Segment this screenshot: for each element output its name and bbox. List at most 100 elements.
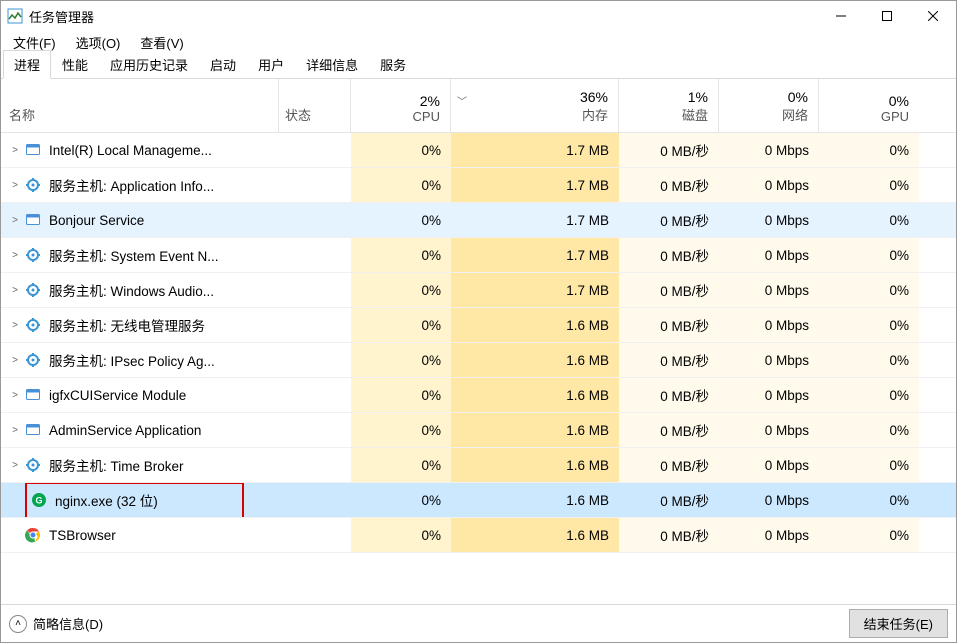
process-icon [25, 422, 41, 438]
expand-icon[interactable]: > [5, 250, 25, 261]
cell-mem: 1.6 MB [451, 518, 619, 552]
process-icon [25, 387, 41, 403]
col-network[interactable]: 0% 网络 [719, 79, 819, 132]
expand-icon[interactable]: > [5, 460, 25, 471]
cell-status [279, 343, 351, 377]
cell-mem: 1.7 MB [451, 168, 619, 202]
table-row[interactable]: >服务主机: System Event N...0%1.7 MB0 MB/秒0 … [1, 238, 956, 273]
cell-net: 0 Mbps [719, 238, 819, 272]
expand-icon[interactable]: > [5, 215, 25, 226]
expand-icon[interactable]: > [5, 320, 25, 331]
cell-disk: 0 MB/秒 [619, 238, 719, 272]
process-name: 服务主机: 无线电管理服务 [49, 315, 205, 335]
tab-users[interactable]: 用户 [247, 50, 295, 79]
process-name: igfxCUIService Module [49, 388, 186, 403]
tab-details[interactable]: 详细信息 [295, 50, 369, 79]
tab-services[interactable]: 服务 [369, 50, 417, 79]
fewer-details-button[interactable]: ˄ 简略信息(D) [9, 614, 103, 633]
cell-name: > AdminService Application [1, 413, 279, 447]
cell-mem: 1.6 MB [451, 308, 619, 342]
process-icon [25, 352, 41, 368]
expand-icon[interactable]: > [5, 355, 25, 366]
cell-mem: 1.6 MB [451, 483, 619, 517]
process-icon [25, 527, 41, 543]
table-row[interactable]: >Gnginx.exe (32 位)0%1.6 MB0 MB/秒0 Mbps0% [1, 483, 956, 518]
cell-name: > 服务主机: 无线电管理服务 [1, 308, 279, 342]
expand-icon[interactable]: > [5, 285, 25, 296]
tab-app-history[interactable]: 应用历史记录 [99, 50, 199, 79]
cell-gpu: 0% [819, 203, 919, 237]
cell-cpu: 0% [351, 378, 451, 412]
cell-net: 0 Mbps [719, 518, 819, 552]
cell-cpu: 0% [351, 518, 451, 552]
end-task-button[interactable]: 结束任务(E) [849, 609, 948, 638]
table-row[interactable]: >AdminService Application0%1.6 MB0 MB/秒0… [1, 413, 956, 448]
cell-disk: 0 MB/秒 [619, 168, 719, 202]
cell-net: 0 Mbps [719, 378, 819, 412]
table-row[interactable]: >TSBrowser0%1.6 MB0 MB/秒0 Mbps0% [1, 518, 956, 553]
chevron-up-icon: ˄ [9, 615, 27, 633]
cell-mem: 1.6 MB [451, 378, 619, 412]
maximize-button[interactable] [864, 1, 910, 31]
cell-net: 0 Mbps [719, 413, 819, 447]
process-name: AdminService Application [49, 423, 201, 438]
cell-gpu: 0% [819, 273, 919, 307]
tab-performance[interactable]: 性能 [51, 50, 99, 79]
cell-cpu: 0% [351, 308, 451, 342]
table-row[interactable]: >Bonjour Service0%1.7 MB0 MB/秒0 Mbps0% [1, 203, 956, 238]
task-manager-window: 任务管理器 文件(F) 选项(O) 查看(V) 进程 性能 应用历史记录 启动 … [0, 0, 957, 643]
table-row[interactable]: >igfxCUIService Module0%1.6 MB0 MB/秒0 Mb… [1, 378, 956, 413]
cell-disk: 0 MB/秒 [619, 308, 719, 342]
table-row[interactable]: >服务主机: IPsec Policy Ag...0%1.6 MB0 MB/秒0… [1, 343, 956, 378]
cell-name: > Intel(R) Local Manageme... [1, 133, 279, 167]
col-memory[interactable]: ﹀ 36% 内存 [451, 79, 619, 132]
cell-net: 0 Mbps [719, 343, 819, 377]
cell-status [279, 203, 351, 237]
col-disk[interactable]: 1% 磁盘 [619, 79, 719, 132]
process-name: TSBrowser [49, 528, 116, 543]
expand-icon[interactable]: > [5, 180, 25, 191]
process-icon [25, 177, 41, 193]
cell-cpu: 0% [351, 203, 451, 237]
cell-mem: 1.6 MB [451, 343, 619, 377]
col-cpu[interactable]: 2% CPU [351, 79, 451, 132]
expand-icon[interactable]: > [5, 145, 25, 156]
app-icon [7, 8, 23, 24]
cell-cpu: 0% [351, 133, 451, 167]
cell-mem: 1.7 MB [451, 273, 619, 307]
cell-name: > igfxCUIService Module [1, 378, 279, 412]
table-row[interactable]: >Intel(R) Local Manageme...0%1.7 MB0 MB/… [1, 133, 956, 168]
minimize-button[interactable] [818, 1, 864, 31]
cell-cpu: 0% [351, 168, 451, 202]
table-row[interactable]: >服务主机: Windows Audio...0%1.7 MB0 MB/秒0 M… [1, 273, 956, 308]
table-row[interactable]: >服务主机: Application Info...0%1.7 MB0 MB/秒… [1, 168, 956, 203]
cell-disk: 0 MB/秒 [619, 343, 719, 377]
tab-startup[interactable]: 启动 [199, 50, 247, 79]
process-name: Intel(R) Local Manageme... [49, 143, 212, 158]
cell-gpu: 0% [819, 238, 919, 272]
table-body[interactable]: >Intel(R) Local Manageme...0%1.7 MB0 MB/… [1, 133, 956, 604]
footer: ˄ 简略信息(D) 结束任务(E) [1, 604, 956, 642]
process-name: 服务主机: Windows Audio... [49, 280, 214, 300]
tab-processes[interactable]: 进程 [3, 50, 51, 79]
cell-name: > 服务主机: Windows Audio... [1, 273, 279, 307]
expand-icon[interactable]: > [5, 390, 25, 401]
cell-disk: 0 MB/秒 [619, 518, 719, 552]
close-button[interactable] [910, 1, 956, 31]
cell-net: 0 Mbps [719, 203, 819, 237]
highlight-box: Gnginx.exe (32 位) [25, 483, 244, 517]
table-row[interactable]: >服务主机: Time Broker0%1.6 MB0 MB/秒0 Mbps0% [1, 448, 956, 483]
process-name: 服务主机: IPsec Policy Ag... [49, 350, 215, 370]
cell-status [279, 413, 351, 447]
cell-cpu: 0% [351, 238, 451, 272]
col-gpu[interactable]: 0% GPU [819, 79, 919, 132]
process-icon [25, 212, 41, 228]
expand-icon[interactable]: > [5, 425, 25, 436]
process-icon: G [31, 492, 47, 508]
col-name[interactable]: 名称 [1, 79, 279, 132]
cell-gpu: 0% [819, 308, 919, 342]
cell-gpu: 0% [819, 483, 919, 517]
table-row[interactable]: >服务主机: 无线电管理服务0%1.6 MB0 MB/秒0 Mbps0% [1, 308, 956, 343]
col-status[interactable]: 状态 [279, 79, 351, 132]
process-name: nginx.exe (32 位) [55, 490, 158, 510]
